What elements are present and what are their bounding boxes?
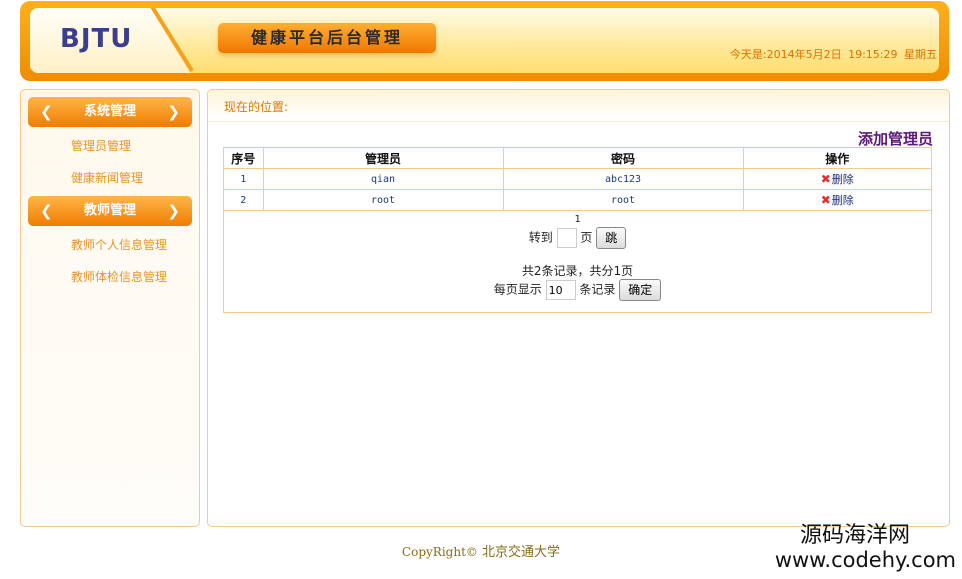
cell-action: ✖ 删除 (742, 189, 931, 211)
sidebar-item-health-news[interactable]: 健康新闻管理 (71, 169, 143, 186)
cell-admin: qian (262, 168, 504, 190)
cell-admin: root (262, 189, 504, 211)
cell-password: abc123 (502, 168, 744, 190)
admin-table-container: 序号 管理员 密码 操作 1 qian abc123 ✖ 删除 2 root ro… (223, 147, 932, 313)
goto-label: 转到 (528, 230, 553, 245)
current-page-number: 1 (574, 214, 581, 225)
date-value: 2014年5月2日 (766, 48, 842, 61)
menu-group-teacher[interactable]: ❮ 教师管理 ❯ (28, 196, 192, 226)
records-unit-label: 条记录 (579, 282, 616, 297)
app-title: 健康平台后台管理 (218, 23, 436, 53)
table-header-row: 序号 管理员 密码 操作 (224, 148, 931, 169)
delete-button[interactable]: ✖ 删除 (821, 171, 854, 187)
sidebar-item-teacher-info[interactable]: 教师个人信息管理 (71, 236, 167, 253)
goto-page-row: 转到 页 跳 (224, 227, 931, 249)
delete-label: 删除 (831, 173, 854, 186)
organization-name: 北京交通大学 (482, 545, 561, 560)
delete-label: 删除 (831, 194, 854, 207)
sidebar-item-teacher-checkup[interactable]: 教师体检信息管理 (71, 268, 167, 285)
copyright-text: CopyRight© (401, 545, 478, 559)
per-page-row: 每页显示 条记录 确定 (224, 279, 931, 301)
date-label: 今天是: (729, 48, 767, 61)
watermark-url: www.codehy.com (774, 548, 956, 572)
logo: BJTU (60, 24, 133, 54)
weekday-value: 星期五 (904, 48, 937, 61)
chevron-left-icon: ❮ (40, 202, 53, 220)
per-page-input[interactable] (545, 280, 576, 300)
time-value: 19:15:29 (848, 48, 898, 61)
sidebar: ❮ 系统管理 ❯ 管理员管理 健康新闻管理 ❮ 教师管理 ❯ 教师个人信息管理 … (20, 89, 200, 527)
table-row: 2 root root ✖ 删除 (224, 189, 931, 211)
cell-no: 1 (224, 168, 264, 190)
goto-page-input[interactable] (556, 228, 577, 248)
watermark: 源码海洋网 www.codehy.com (774, 523, 956, 573)
record-summary: 共2条记录，共分1页 (521, 264, 634, 278)
chevron-right-icon: ❯ (167, 202, 180, 220)
chevron-right-icon: ❯ (167, 103, 180, 121)
location-bar: 现在的位置: (208, 90, 949, 122)
cell-password: root (502, 189, 744, 211)
chevron-left-icon: ❮ (40, 103, 53, 121)
jump-button[interactable]: 跳 (596, 227, 627, 249)
column-header-admin: 管理员 (262, 148, 504, 169)
watermark-site-name: 源码海洋网 (799, 523, 910, 548)
header-inner: BJTU 健康平台后台管理 今天是:2014年5月2日 19:15:29 星期五 (30, 8, 939, 73)
column-header-action: 操作 (742, 148, 931, 169)
main-panel: 现在的位置: 添加管理员 序号 管理员 密码 操作 1 qian abc123 … (207, 89, 950, 527)
table-row: 1 qian abc123 ✖ 删除 (224, 168, 931, 190)
per-page-label: 每页显示 (493, 282, 542, 297)
breadcrumb: 现在的位置: (224, 100, 289, 114)
menu-group-label: 系统管理 (83, 104, 136, 119)
date-display: 今天是:2014年5月2日 19:15:29 星期五 (730, 46, 937, 62)
page-unit-label: 页 (580, 230, 593, 245)
sidebar-item-admin-management[interactable]: 管理员管理 (71, 137, 131, 154)
column-header-password: 密码 (502, 148, 744, 169)
menu-group-system[interactable]: ❮ 系统管理 ❯ (28, 97, 192, 127)
delete-button[interactable]: ✖ 删除 (821, 192, 854, 208)
delete-icon: ✖ (820, 193, 831, 207)
admin-table: 序号 管理员 密码 操作 1 qian abc123 ✖ 删除 2 root ro… (224, 148, 931, 211)
cell-no: 2 (224, 189, 264, 211)
header-bar: BJTU 健康平台后台管理 今天是:2014年5月2日 19:15:29 星期五 (20, 1, 949, 81)
menu-group-label: 教师管理 (83, 203, 136, 218)
cell-action: ✖ 删除 (742, 168, 931, 190)
delete-icon: ✖ (820, 172, 831, 186)
confirm-button[interactable]: 确定 (619, 279, 662, 301)
add-admin-link[interactable]: 添加管理员 (858, 128, 933, 149)
column-header-no: 序号 (224, 148, 264, 169)
